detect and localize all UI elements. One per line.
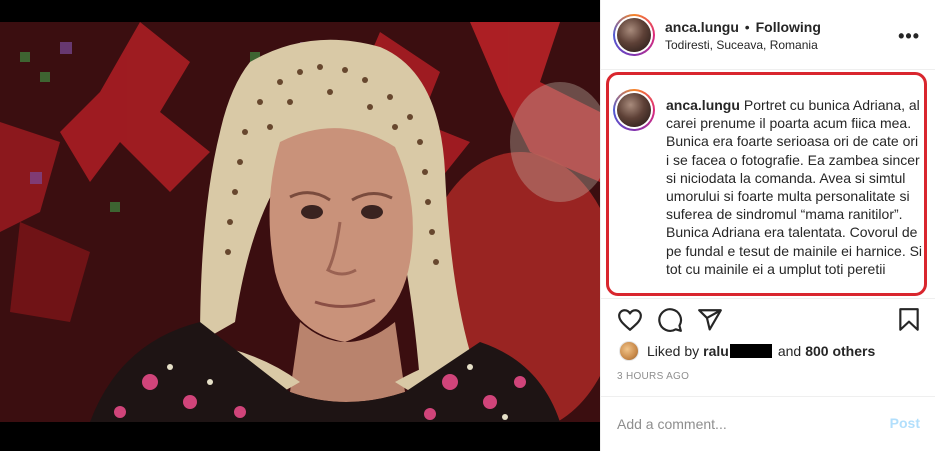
caption-section: anca.lungu Portret cu bunica Adriana, al … <box>601 71 935 296</box>
liker-username[interactable]: ralu <box>703 343 729 359</box>
post-timestamp[interactable]: 3 HOURS AGO <box>617 371 689 382</box>
likes-summary: Liked by ralu and 800 others <box>619 340 875 362</box>
post-side-panel: anca.lungu • Following Todiresti, Suceav… <box>600 0 935 451</box>
likes-and-label: and <box>777 343 802 359</box>
heart-icon[interactable] <box>617 307 643 333</box>
action-bar <box>601 298 935 338</box>
comment-input[interactable] <box>617 413 867 435</box>
post-location[interactable]: Todiresti, Suceava, Romania <box>665 38 818 52</box>
author-avatar[interactable] <box>613 14 655 56</box>
caption-author-avatar[interactable] <box>613 89 655 131</box>
liker-avatar[interactable] <box>619 341 639 361</box>
following-button[interactable]: Following <box>756 19 821 35</box>
caption-username[interactable]: anca.lungu <box>666 97 740 113</box>
likes-others-link[interactable]: 800 others <box>805 343 875 359</box>
liked-by-label: Liked by <box>647 343 700 359</box>
post-comment-button[interactable]: Post <box>890 415 920 431</box>
author-line: anca.lungu • Following <box>665 19 821 35</box>
author-username[interactable]: anca.lungu <box>665 19 739 35</box>
bookmark-icon[interactable] <box>896 307 922 333</box>
redaction-bar <box>729 344 772 358</box>
post-header: anca.lungu • Following Todiresti, Suceav… <box>601 0 935 70</box>
caption-body: Portret cu bunica Adriana, al carei pren… <box>666 97 923 277</box>
caption-text: anca.lungu Portret cu bunica Adriana, al … <box>666 96 924 278</box>
more-options-icon[interactable]: ••• <box>898 26 920 47</box>
comment-bubble-icon[interactable] <box>657 307 683 333</box>
post-photo[interactable] <box>0 22 600 422</box>
paper-plane-icon[interactable] <box>697 307 723 333</box>
separator-dot: • <box>744 19 750 35</box>
comment-bar: Post <box>601 396 935 451</box>
portrait-photo-illustration <box>0 22 600 422</box>
post-photo-area <box>0 0 600 451</box>
